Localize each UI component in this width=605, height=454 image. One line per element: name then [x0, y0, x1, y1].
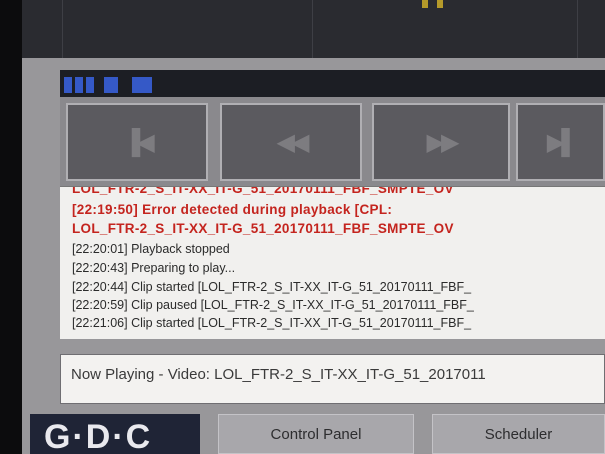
scheduler-label: Scheduler — [484, 425, 553, 443]
gdc-logo: G·D·C — [30, 414, 200, 454]
top-status-bar — [22, 0, 605, 58]
fast-forward-icon: ▶▶ — [426, 128, 460, 156]
meter-bar — [64, 77, 72, 93]
scheduler-button[interactable]: Scheduler — [432, 414, 605, 454]
meter-bar — [104, 77, 118, 93]
level-meter — [60, 70, 605, 100]
now-playing-text: Now Playing - Video: LOL_FTR-2_S_IT-XX_I… — [71, 366, 486, 383]
now-playing-box: Now Playing - Video: LOL_FTR-2_S_IT-XX_I… — [60, 354, 605, 404]
top-bar-divider — [62, 0, 63, 58]
skip-back-icon: ▐◀ — [123, 128, 155, 156]
meter-bar — [132, 77, 152, 93]
next-button[interactable]: ▶▌ — [516, 103, 605, 181]
player-screen: ▐◀ ◀◀ ▶▶ ▶▌ LOL_FTR-2_S_IT-XX_IT-G_51_20… — [22, 0, 605, 454]
control-panel-label: Control Panel — [270, 425, 362, 443]
log-line: LOL_FTR-2_S_IT-XX_IT-G_51_20170111_FBF_S… — [72, 186, 454, 196]
monitor-frame: ▐◀ ◀◀ ▶▶ ▶▌ LOL_FTR-2_S_IT-XX_IT-G_51_20… — [0, 0, 605, 454]
log-line: [22:20:01] Playback stopped — [72, 242, 230, 256]
log-line: [22:20:44] Clip started [LOL_FTR-2_S_IT-… — [72, 280, 472, 294]
meter-bar — [86, 77, 94, 93]
rewind-icon: ◀◀ — [276, 128, 310, 156]
fast-forward-button[interactable]: ▶▶ — [372, 103, 510, 181]
log-line: [22:20:59] Clip paused [LOL_FTR-2_S_IT-X… — [72, 298, 474, 312]
control-panel-button[interactable]: Control Panel — [218, 414, 414, 454]
logo-text: G·D·C — [44, 418, 153, 454]
skip-forward-icon: ▶▌ — [546, 128, 579, 156]
status-indicator — [437, 0, 443, 8]
transport-bar: ▐◀ ◀◀ ▶▶ ▶▌ — [60, 97, 605, 189]
event-log[interactable]: LOL_FTR-2_S_IT-XX_IT-G_51_20170111_FBF_S… — [60, 186, 605, 339]
status-indicator — [422, 0, 428, 8]
previous-button[interactable]: ▐◀ — [66, 103, 208, 181]
meter-bar — [75, 77, 83, 93]
top-bar-divider — [577, 0, 578, 58]
rewind-button[interactable]: ◀◀ — [220, 103, 362, 181]
top-bar-divider — [312, 0, 313, 58]
log-line: [22:19:50] Error detected during playbac… — [72, 202, 393, 217]
log-line: [22:20:43] Preparing to play... — [72, 261, 236, 275]
log-line: [22:21:06] Clip started [LOL_FTR-2_S_IT-… — [72, 316, 472, 330]
log-line: LOL_FTR-2_S_IT-XX_IT-G_51_20170111_FBF_S… — [72, 221, 454, 236]
